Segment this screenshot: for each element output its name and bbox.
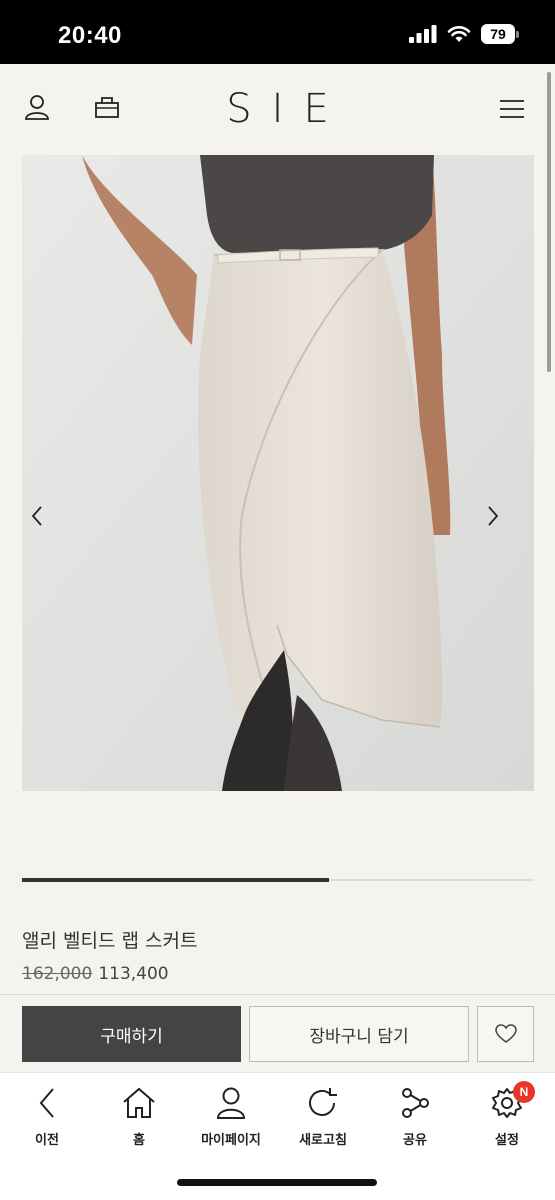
nav-mypage[interactable]: 마이페이지 <box>186 1083 276 1148</box>
nav-label: 마이페이지 <box>201 1133 261 1148</box>
user-icon <box>216 1087 246 1119</box>
nav-back[interactable]: 이전 <box>2 1083 92 1148</box>
chevron-right-icon <box>488 506 499 526</box>
add-to-cart-button[interactable]: 장바구니 담기 <box>249 1006 469 1062</box>
gallery-progress-fill <box>22 878 330 882</box>
page-scrollbar[interactable] <box>547 72 551 372</box>
product-image[interactable] <box>22 155 534 791</box>
gallery-progress[interactable] <box>22 878 534 882</box>
status-bar: 20:40 79 <box>0 0 555 64</box>
notification-badge: N <box>513 1081 535 1103</box>
next-image-arrow[interactable] <box>486 505 526 545</box>
back-icon <box>39 1088 54 1118</box>
share-icon <box>402 1088 429 1118</box>
heart-icon <box>494 1024 517 1043</box>
original-price: 162,000 <box>22 964 93 984</box>
nav-settings[interactable]: N 설정 <box>462 1081 552 1148</box>
status-time: 20:40 <box>58 22 122 49</box>
nav-share[interactable]: 공유 <box>370 1083 460 1148</box>
wifi-icon <box>447 26 471 42</box>
battery-icon: 79 <box>481 24 519 44</box>
menu-icon[interactable] <box>500 99 524 119</box>
nav-label: 이전 <box>35 1133 59 1148</box>
home-indicator <box>177 1179 377 1186</box>
sale-price: 113,400 <box>98 964 169 984</box>
nav-label: 홈 <box>133 1133 145 1148</box>
nav-label: 새로고침 <box>299 1133 347 1148</box>
nav-label: 공유 <box>403 1133 427 1148</box>
prev-image-arrow[interactable] <box>30 505 70 545</box>
nav-refresh[interactable]: 새로고침 <box>278 1083 368 1148</box>
refresh-icon <box>309 1088 337 1116</box>
nav-home[interactable]: 홈 <box>94 1083 184 1148</box>
brand-logo[interactable]: SIE <box>0 86 555 132</box>
signal-icon <box>409 25 437 43</box>
product-photo <box>22 155 534 791</box>
product-name: 앨리 벨티드 랩 스커트 <box>22 930 198 952</box>
price-row: 162,000 113,400 <box>22 964 169 984</box>
nav-label: 설정 <box>495 1133 519 1148</box>
chevron-left-icon <box>31 506 42 526</box>
site-header: SIE <box>0 64 555 154</box>
wishlist-button[interactable] <box>477 1006 534 1062</box>
status-icons: 79 <box>409 24 519 44</box>
buy-button[interactable]: 구매하기 <box>22 1006 241 1062</box>
battery-level: 79 <box>481 24 515 44</box>
purchase-action-bar: 구매하기 장바구니 담기 <box>0 994 555 1072</box>
home-icon <box>123 1087 155 1118</box>
